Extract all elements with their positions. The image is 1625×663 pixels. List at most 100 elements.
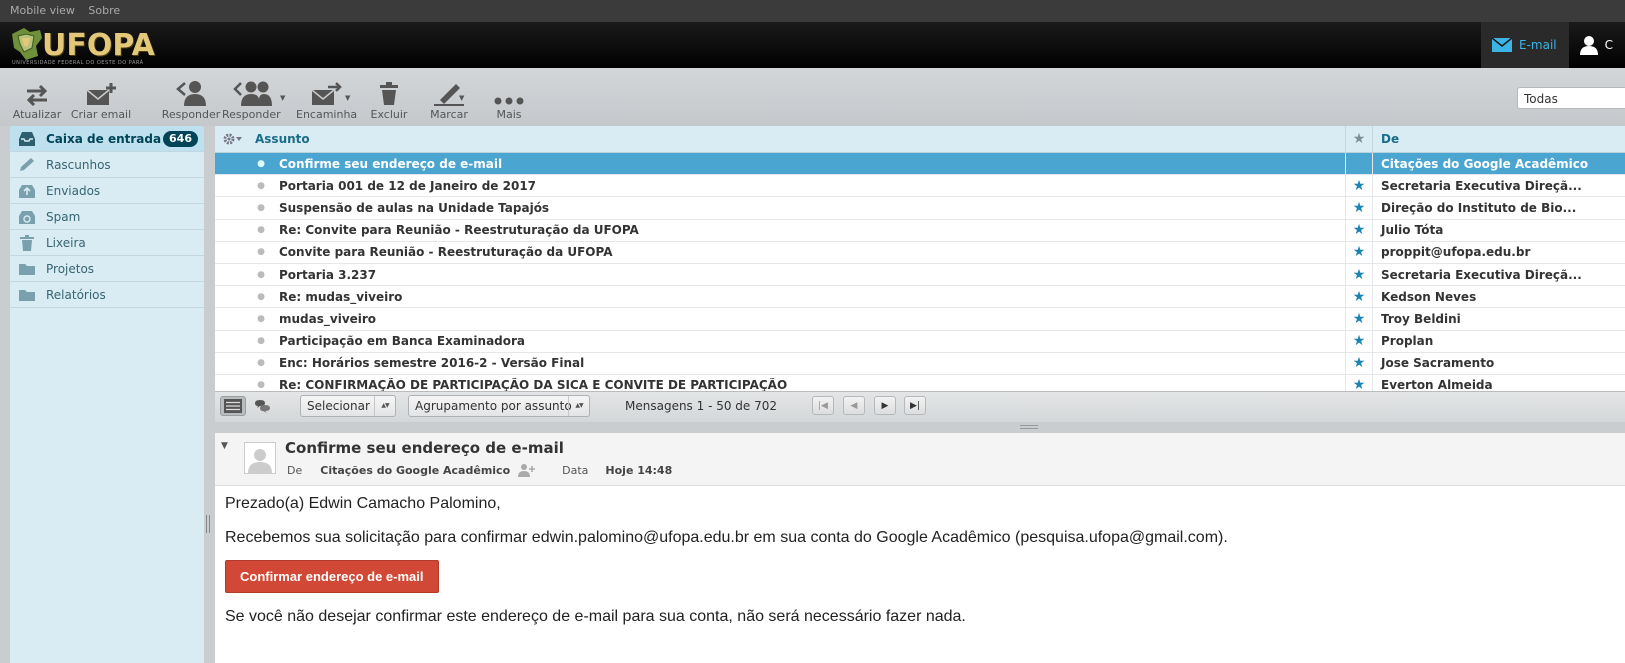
- reply-all-button[interactable]: Responder ...: [222, 76, 284, 121]
- message-row[interactable]: ● Re: Convite para Reunião - Reestruturaç…: [215, 219, 1625, 242]
- folder-label: Lixeira: [46, 235, 86, 250]
- flag-star-icon[interactable]: ★: [1345, 330, 1373, 352]
- about-link[interactable]: Sobre: [88, 4, 120, 17]
- threads-select[interactable]: Agrupamento por assunto ▲▼: [408, 395, 590, 417]
- folder-item-rascunhos[interactable]: Rascunhos: [10, 152, 204, 178]
- message-row[interactable]: ● Portaria 3.237 ★ Secretaria Executiva Dir…: [215, 263, 1625, 287]
- delete-button[interactable]: Excluir: [358, 76, 420, 121]
- top-links-bar: Mobile view Sobre: [0, 0, 1625, 22]
- star-icon: ★: [1352, 131, 1366, 147]
- message-row[interactable]: ● Portaria 001 de 12 de Janeiro de 2017 ★ S…: [215, 175, 1625, 198]
- updown-arrows-icon: ▲▼: [568, 396, 589, 416]
- folder-label: Caixa de entrada: [46, 131, 162, 146]
- message-subject: Participação em Banca Examinadora: [279, 334, 526, 349]
- folder-item-enviados[interactable]: Enviados: [10, 178, 204, 204]
- forward-icon: [311, 82, 342, 105]
- message-from: Jose Sacramento: [1381, 356, 1495, 371]
- flag-star-icon[interactable]: ★: [1345, 219, 1373, 241]
- preview-header: ▼ Confirme seu endereço de e-mail De Cit…: [215, 433, 1625, 486]
- mark-dropdown-icon[interactable]: ▼: [459, 94, 464, 102]
- confirm-email-button[interactable]: Confirmar endereço de e-mail: [225, 560, 439, 593]
- from-column-header[interactable]: De: [1373, 132, 1603, 146]
- compose-email-icon: [86, 83, 116, 105]
- message-list-header: Assunto ★ De: [215, 126, 1625, 153]
- status-dot-icon: ●: [257, 180, 265, 191]
- message-row[interactable]: ● Re: CONFIRMAÇÃO DE PARTICIPAÇÃO DA SICA…: [215, 374, 1625, 391]
- body-paragraph-2: Se você não desejar confirmar este ender…: [225, 608, 966, 625]
- message-count: Mensagens 1 - 50 de 702: [625, 399, 778, 413]
- flag-star-icon[interactable]: ★: [1345, 286, 1373, 308]
- gear-icon: [223, 133, 242, 145]
- message-row[interactable]: ● Re: mudas_viveiro ★ Kedson Neves: [215, 286, 1625, 309]
- flag-star-icon[interactable]: ★: [1345, 241, 1373, 263]
- search-filter-select[interactable]: Todas: [1517, 87, 1625, 109]
- compose-button[interactable]: Criar email: [70, 76, 132, 121]
- add-contact-icon[interactable]: [518, 463, 536, 477]
- compose-label: Criar email: [70, 108, 132, 121]
- person-silhouette-icon: [248, 449, 272, 473]
- message-row[interactable]: ● Enc: Horários semestre 2016-2 - Versão …: [215, 352, 1625, 375]
- list-options-button[interactable]: [215, 133, 251, 145]
- reply-all-dropdown-icon[interactable]: ▼: [280, 94, 285, 102]
- flag-star-icon[interactable]: [1345, 153, 1373, 175]
- refresh-button[interactable]: Atualizar: [6, 76, 68, 121]
- from-label: De: [287, 463, 303, 477]
- message-subject: Convite para Reunião - Reestruturação da…: [279, 245, 613, 260]
- message-subject: Portaria 001 de 12 de Janeiro de 2017: [279, 178, 537, 193]
- message-row[interactable]: ● Confirme seu endereço de e-mail Citações…: [215, 153, 1625, 176]
- select-menu[interactable]: Selecionar ▲▼: [300, 395, 396, 417]
- message-row[interactable]: ● Convite para Reunião - Reestruturação d…: [215, 241, 1625, 264]
- folder-item-caixa-de-entrada[interactable]: Caixa de entrada 646: [10, 126, 204, 152]
- message-subject: Re: Convite para Reunião - Reestruturaçã…: [279, 223, 639, 238]
- folder-item-lixeira[interactable]: Lixeira: [10, 230, 204, 256]
- sender-avatar: [244, 442, 276, 474]
- message-row[interactable]: ● Participação em Banca Examinadora ★ Propl…: [215, 330, 1625, 353]
- reply-button[interactable]: Responder: [160, 76, 222, 121]
- reply-all-icon: [233, 81, 272, 106]
- last-page-button[interactable]: ▶|: [904, 396, 926, 415]
- task-email-button[interactable]: E-mail: [1480, 22, 1569, 68]
- reply-label: Responder: [161, 108, 221, 121]
- flag-star-icon[interactable]: ★: [1345, 197, 1373, 219]
- unread-count-badge: 646: [163, 130, 198, 147]
- folder-item-relat-rios[interactable]: Relatórios: [10, 282, 204, 308]
- folder-label: Rascunhos: [46, 157, 111, 172]
- flag-star-icon[interactable]: ★: [1345, 308, 1373, 330]
- last-page-icon: ▶|: [910, 400, 920, 411]
- flag-star-icon[interactable]: ★: [1345, 352, 1373, 374]
- horizontal-splitter-handle[interactable]: [1020, 425, 1038, 429]
- forward-dropdown-icon[interactable]: ▼: [345, 94, 350, 102]
- folder-item-spam[interactable]: Spam: [10, 204, 204, 230]
- vertical-splitter-handle[interactable]: [206, 515, 210, 533]
- more-button[interactable]: Mais: [478, 76, 540, 121]
- subject-column-header[interactable]: Assunto: [251, 132, 1345, 146]
- message-row[interactable]: ● Suspensão de aulas na Unidade Tapajós ★ D…: [215, 197, 1625, 220]
- trash-icon: [18, 234, 46, 251]
- mark-button[interactable]: Marcar: [418, 76, 480, 121]
- message-row[interactable]: ● mudas_viveiro ★ Troy Beldini: [215, 308, 1625, 331]
- greeting-text: Prezado(a) Edwin Camacho Palomino,: [225, 495, 501, 512]
- more-dots-icon: [494, 97, 524, 105]
- message-body: Prezado(a) Edwin Camacho Palomino, Receb…: [215, 486, 1625, 651]
- ufopa-logo[interactable]: UFOPA UNIVERSIDADE FEDERAL DO OESTE DO P…: [8, 24, 188, 68]
- flag-star-icon[interactable]: ★: [1345, 263, 1373, 286]
- first-page-button[interactable]: |◀: [812, 396, 834, 415]
- next-page-button[interactable]: ▶: [874, 396, 896, 415]
- list-view-toggle[interactable]: [220, 396, 246, 416]
- task-contacts-button[interactable]: C: [1569, 22, 1625, 68]
- collapse-headers-icon[interactable]: ▼: [221, 441, 228, 451]
- select-menu-label: Selecionar: [307, 399, 370, 413]
- flag-star-icon[interactable]: ★: [1345, 175, 1373, 197]
- flag-column-header[interactable]: ★: [1345, 126, 1373, 152]
- mobile-view-link[interactable]: Mobile view: [10, 4, 75, 17]
- flag-star-icon[interactable]: ★: [1345, 374, 1373, 391]
- trash-icon: [380, 82, 398, 105]
- reply-all-label: Responder ...: [222, 108, 284, 121]
- folder-item-projetos[interactable]: Projetos: [10, 256, 204, 282]
- threads-view-toggle[interactable]: [249, 396, 275, 416]
- from-value[interactable]: Citações do Google Acadêmico: [320, 464, 510, 477]
- message-from: Troy Beldini: [1381, 311, 1461, 326]
- previous-page-button[interactable]: ◀: [843, 396, 865, 415]
- message-subject: Re: CONFIRMAÇÃO DE PARTICIPAÇÃO DA SICA …: [279, 378, 788, 391]
- refresh-label: Atualizar: [12, 108, 62, 121]
